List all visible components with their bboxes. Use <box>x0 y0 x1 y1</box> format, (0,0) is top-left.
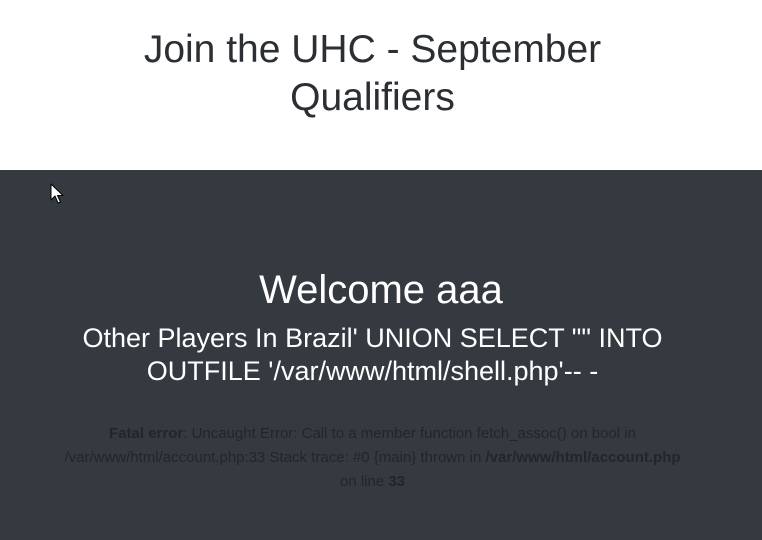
error-label: Fatal error <box>109 425 184 442</box>
page-title: Join the UHC - September Qualifiers <box>143 28 602 119</box>
main-section: Welcome aaa Other Players In Brazil' UNI… <box>0 170 762 540</box>
mouse-pointer-icon <box>50 183 64 204</box>
error-line-number: 33 <box>388 473 406 490</box>
php-error-message: Fatal error: Uncaught Error: Call to a m… <box>60 422 685 494</box>
page-header: Join the UHC - September Qualifiers <box>0 0 762 170</box>
error-on-line: on line <box>339 473 389 490</box>
error-file: /var/www/html/account.php <box>485 449 681 466</box>
welcome-heading: Welcome aaa <box>259 268 503 312</box>
players-heading: Other Players In Brazil' UNION SELECT ""… <box>82 323 663 386</box>
